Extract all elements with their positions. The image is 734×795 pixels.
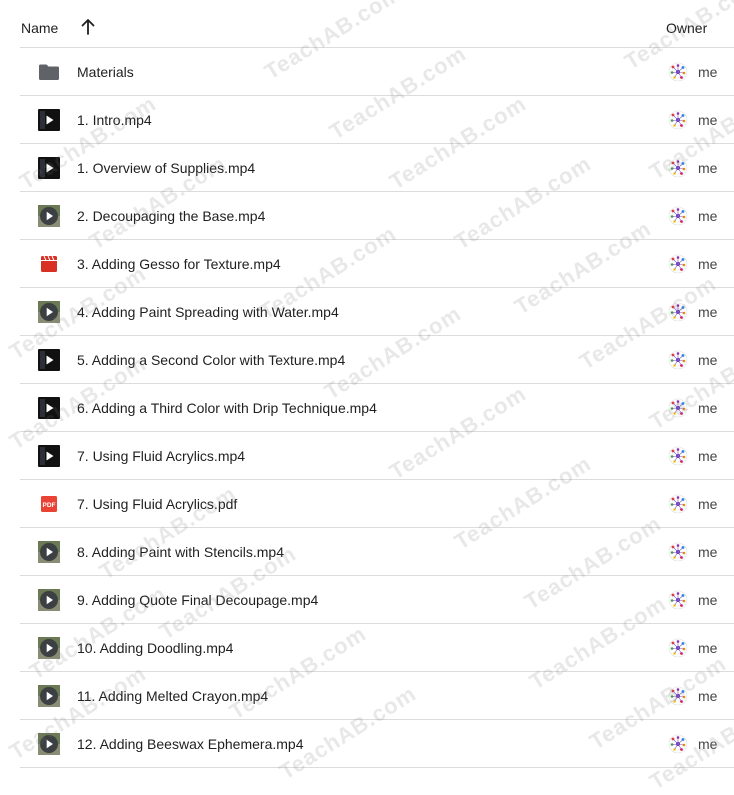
owner-avatar bbox=[668, 62, 688, 82]
file-name[interactable]: 12. Adding Beeswax Ephemera.mp4 bbox=[77, 736, 303, 752]
file-name[interactable]: 1. Overview of Supplies.mp4 bbox=[77, 160, 255, 176]
owner-avatar bbox=[668, 446, 688, 466]
file-name[interactable]: 4. Adding Paint Spreading with Water.mp4 bbox=[77, 304, 339, 320]
video-file-icon bbox=[38, 637, 60, 659]
video-file-icon bbox=[38, 157, 60, 179]
owner-avatar bbox=[668, 350, 688, 370]
owner-avatar bbox=[668, 110, 688, 130]
owner-avatar bbox=[668, 398, 688, 418]
video-file-icon bbox=[38, 109, 60, 131]
file-name[interactable]: 7. Using Fluid Acrylics.pdf bbox=[77, 496, 237, 512]
video-file-icon bbox=[38, 685, 60, 707]
file-name[interactable]: 3. Adding Gesso for Texture.mp4 bbox=[77, 256, 281, 272]
file-row[interactable]: 10. Adding Doodling.mp4 me bbox=[20, 624, 734, 672]
owner-avatar bbox=[668, 590, 688, 610]
folder-icon bbox=[38, 61, 60, 83]
file-row[interactable]: 8. Adding Paint with Stencils.mp4 me bbox=[20, 528, 734, 576]
file-row[interactable]: 12. Adding Beeswax Ephemera.mp4 me bbox=[20, 720, 734, 768]
file-row[interactable]: 6. Adding a Third Color with Drip Techni… bbox=[20, 384, 734, 432]
owner-label: me bbox=[698, 400, 718, 416]
owner-label: me bbox=[698, 352, 718, 368]
owner-avatar bbox=[668, 158, 688, 178]
owner-avatar bbox=[668, 638, 688, 658]
file-name[interactable]: 5. Adding a Second Color with Texture.mp… bbox=[77, 352, 345, 368]
svg-text:PDF: PDF bbox=[43, 502, 56, 509]
video-file-icon bbox=[38, 349, 60, 371]
owner-label: me bbox=[698, 544, 718, 560]
video-file-icon bbox=[38, 445, 60, 467]
owner-label: me bbox=[698, 448, 718, 464]
file-row[interactable]: 1. Overview of Supplies.mp4 me bbox=[20, 144, 734, 192]
owner-avatar bbox=[668, 254, 688, 274]
video-file-icon bbox=[38, 301, 60, 323]
file-row[interactable]: 9. Adding Quote Final Decoupage.mp4 me bbox=[20, 576, 734, 624]
file-row[interactable]: 5. Adding a Second Color with Texture.mp… bbox=[20, 336, 734, 384]
file-row[interactable]: Materials me bbox=[20, 48, 734, 96]
owner-label: me bbox=[698, 208, 718, 224]
name-column-header[interactable]: Name bbox=[21, 20, 58, 36]
file-name[interactable]: 8. Adding Paint with Stencils.mp4 bbox=[77, 544, 284, 560]
file-list-header: Name Owner bbox=[20, 0, 734, 48]
owner-avatar bbox=[668, 206, 688, 226]
arrow-up-icon[interactable] bbox=[80, 18, 96, 36]
file-name[interactable]: 9. Adding Quote Final Decoupage.mp4 bbox=[77, 592, 318, 608]
file-name[interactable]: 2. Decoupaging the Base.mp4 bbox=[77, 208, 265, 224]
file-name[interactable]: 1. Intro.mp4 bbox=[77, 112, 152, 128]
owner-label: me bbox=[698, 736, 718, 752]
owner-avatar bbox=[668, 302, 688, 322]
file-list: Materials me 1. Intro.mp4 me 1. Overview of … bbox=[20, 48, 734, 768]
owner-label: me bbox=[698, 688, 718, 704]
file-name[interactable]: 10. Adding Doodling.mp4 bbox=[77, 640, 233, 656]
file-name[interactable]: 11. Adding Melted Crayon.mp4 bbox=[77, 688, 268, 704]
video-file-icon bbox=[38, 733, 60, 755]
file-row[interactable]: 2. Decoupaging the Base.mp4 me bbox=[20, 192, 734, 240]
owner-label: me bbox=[698, 496, 718, 512]
file-name[interactable]: Materials bbox=[77, 64, 134, 80]
owner-label: me bbox=[698, 256, 718, 272]
file-row[interactable]: 4. Adding Paint Spreading with Water.mp4… bbox=[20, 288, 734, 336]
file-row[interactable]: 3. Adding Gesso for Texture.mp4 me bbox=[20, 240, 734, 288]
file-row[interactable]: 1. Intro.mp4 me bbox=[20, 96, 734, 144]
owner-label: me bbox=[698, 304, 718, 320]
video-file-icon bbox=[38, 397, 60, 419]
owner-label: me bbox=[698, 592, 718, 608]
owner-avatar bbox=[668, 686, 688, 706]
owner-label: me bbox=[698, 160, 718, 176]
file-name[interactable]: 6. Adding a Third Color with Drip Techni… bbox=[77, 400, 377, 416]
video-file-icon bbox=[38, 253, 60, 275]
owner-label: me bbox=[698, 64, 718, 80]
owner-label: me bbox=[698, 112, 718, 128]
owner-label: me bbox=[698, 640, 718, 656]
video-file-icon bbox=[38, 205, 60, 227]
file-row[interactable]: 11. Adding Melted Crayon.mp4 me bbox=[20, 672, 734, 720]
pdf-file-icon: PDF bbox=[38, 493, 60, 515]
owner-avatar bbox=[668, 542, 688, 562]
owner-column-header[interactable]: Owner bbox=[666, 20, 707, 36]
file-name[interactable]: 7. Using Fluid Acrylics.mp4 bbox=[77, 448, 245, 464]
file-row[interactable]: PDF 7. Using Fluid Acrylics.pdf me bbox=[20, 480, 734, 528]
video-file-icon bbox=[38, 541, 60, 563]
owner-avatar bbox=[668, 734, 688, 754]
file-row[interactable]: 7. Using Fluid Acrylics.mp4 me bbox=[20, 432, 734, 480]
video-file-icon bbox=[38, 589, 60, 611]
owner-avatar bbox=[668, 494, 688, 514]
